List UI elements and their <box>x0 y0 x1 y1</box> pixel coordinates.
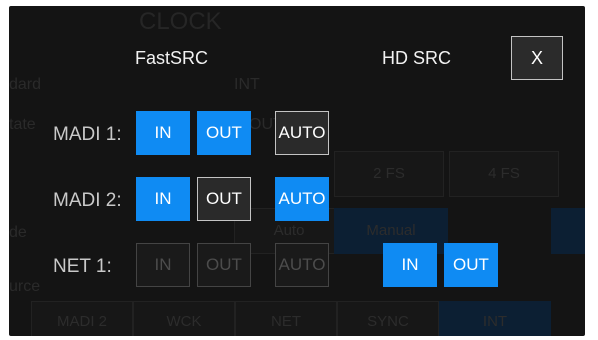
bg-source-wck: WCK <box>133 301 235 336</box>
bg-label-source: urce <box>9 278 41 295</box>
row-label-madi1: MADI 1: <box>53 124 122 145</box>
madi1-fastsrc-in-button[interactable]: IN <box>136 111 190 155</box>
madi2-auto-button[interactable]: AUTO <box>275 177 329 221</box>
madi1-auto-button[interactable]: AUTO <box>275 111 329 155</box>
bg-source-net: NET <box>235 301 337 336</box>
madi1-fastsrc-out-button[interactable]: OUT <box>197 111 251 155</box>
bg-clock-title: CLOCK <box>139 8 222 35</box>
bg-source-int: INT <box>439 301 551 336</box>
net1-fastsrc-out-button[interactable]: OUT <box>197 243 251 287</box>
bg-fs-4: 4 FS <box>449 151 559 197</box>
bg-label-mode: de <box>9 224 27 241</box>
bg-label-standard: dard <box>9 76 42 93</box>
net1-hdsrc-in-button[interactable]: IN <box>383 243 437 287</box>
row-label-madi2: MADI 2: <box>53 190 122 211</box>
bg-source-madi2: MADI 2 <box>31 301 133 336</box>
net1-hdsrc-out-button[interactable]: OUT <box>444 243 498 287</box>
bg-source-sync: SYNC <box>337 301 439 336</box>
close-icon: X <box>530 47 543 68</box>
madi2-fastsrc-out-button[interactable]: OUT <box>197 177 251 221</box>
hdsrc-header: HD SRC <box>382 48 452 68</box>
net1-fastsrc-in-button[interactable]: IN <box>136 243 190 287</box>
bg-fs-2: 2 FS <box>334 151 444 197</box>
src-dialog: CLOCK dard tate INT OUTPUT de urce 2 FS … <box>9 6 585 336</box>
close-button[interactable]: X <box>511 36 563 80</box>
bg-label-state: tate <box>9 116 36 133</box>
bg-label-int: INT <box>234 76 260 93</box>
fastsrc-header: FastSRC <box>135 48 209 68</box>
bg-mode-extra <box>551 208 585 254</box>
row-label-net1: NET 1: <box>53 256 112 277</box>
net1-auto-button[interactable]: AUTO <box>275 243 329 287</box>
madi2-fastsrc-in-button[interactable]: IN <box>136 177 190 221</box>
